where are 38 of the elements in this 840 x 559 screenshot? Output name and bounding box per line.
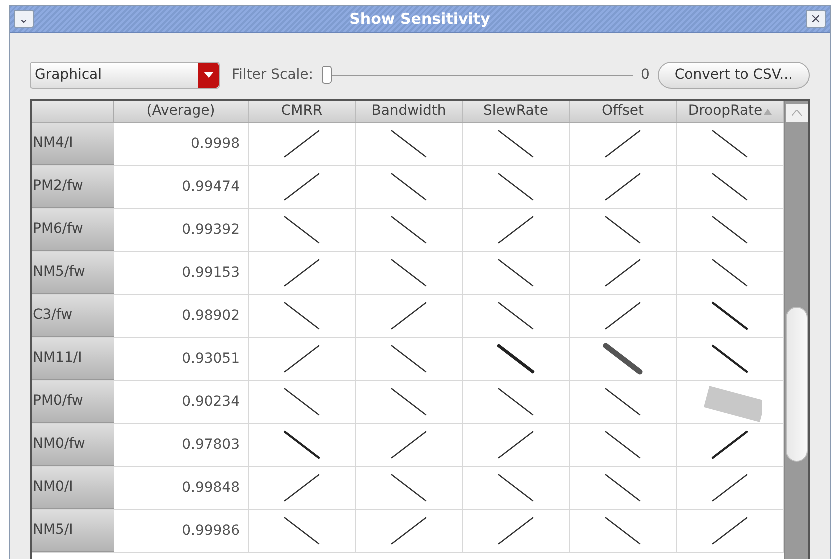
row-header: NM5/fw [32, 252, 114, 294]
table-cell: 0.98902 [114, 295, 249, 337]
slider-thumb[interactable] [322, 66, 332, 84]
column-header[interactable]: SlewRate [463, 101, 570, 122]
dropdown-caret-icon [198, 62, 219, 88]
close-button[interactable]: × [806, 10, 826, 28]
table-cell: 0.99474 [114, 166, 249, 208]
table-cell: 0.90234 [114, 381, 249, 423]
row-header: PM0/fw [32, 381, 114, 423]
table-cell: 0.99153 [114, 252, 249, 294]
filter-label: Filter Scale: [232, 66, 314, 84]
table-cell: 0.99848 [114, 467, 249, 509]
row-header: NM0/I [32, 467, 114, 509]
row-header: PM6/fw [32, 209, 114, 251]
column-header[interactable]: (Average) [114, 101, 249, 122]
table-cell: 0.99986 [114, 510, 249, 552]
row-header: C3/fw [32, 295, 114, 337]
row-header: NM5/I [32, 510, 114, 552]
scroll-thumb[interactable] [786, 307, 808, 462]
table-cell: 0.97803 [114, 424, 249, 466]
row-header: NM0/fw [32, 424, 114, 466]
filter-slider[interactable] [322, 66, 633, 84]
vertical-scrollbar[interactable] [784, 101, 808, 559]
table-cell: 0.93051 [114, 338, 249, 380]
column-header[interactable]: Offset [570, 101, 677, 122]
view-dropdown[interactable]: Graphical [30, 62, 220, 88]
scroll-up-icon[interactable] [786, 104, 808, 122]
filter-value: 0 [640, 66, 650, 84]
convert-button[interactable]: Convert to CSV... [658, 62, 810, 88]
window-title: Show Sensitivity [350, 8, 490, 30]
window-menu-button[interactable]: ⌄ [14, 10, 34, 28]
column-header[interactable]: Bandwidth [356, 101, 463, 122]
row-header: NM4/I [32, 123, 114, 165]
table-cell: 0.9998 [114, 123, 249, 165]
row-header: NM11/I [32, 338, 114, 380]
column-header[interactable]: CMRR [249, 101, 356, 122]
row-header: PM2/fw [32, 166, 114, 208]
table-cell: 0.99392 [114, 209, 249, 251]
